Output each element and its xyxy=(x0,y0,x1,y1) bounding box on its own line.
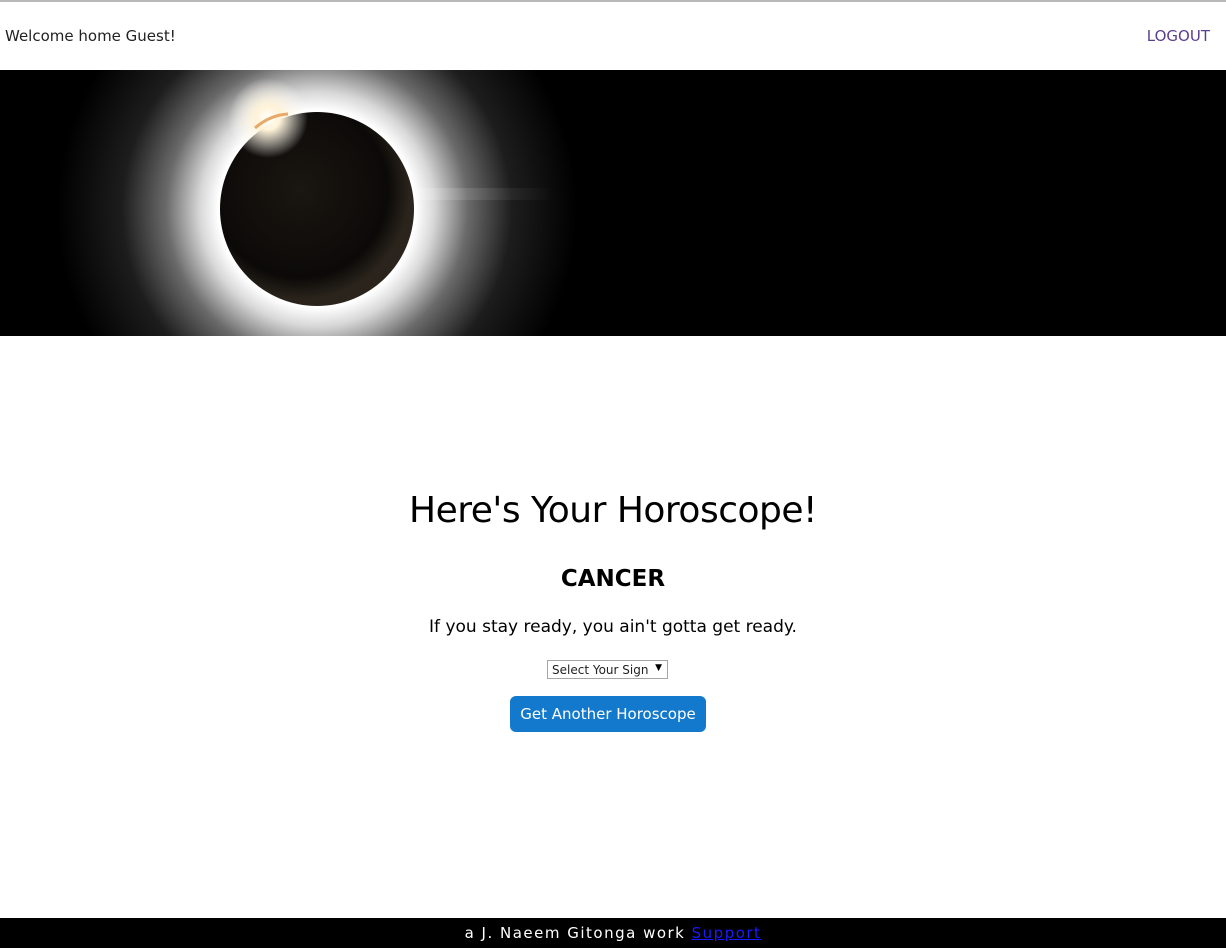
logout-link[interactable]: LOGOUT xyxy=(1147,27,1210,45)
chevron-down-icon: ▼ xyxy=(655,663,662,673)
footer-credit: a J. Naeem Gitonga work xyxy=(464,924,692,942)
welcome-text: Welcome home Guest! xyxy=(5,27,176,45)
get-another-horoscope-button[interactable]: Get Another Horoscope xyxy=(510,696,706,732)
sign-select[interactable]: Select Your Sign ▼ xyxy=(547,660,668,679)
page: Welcome home Guest! LOGOUT Here's Your H… xyxy=(0,0,1226,948)
support-link[interactable]: Support xyxy=(692,924,762,942)
footer: a J. Naeem Gitonga work Support xyxy=(0,918,1226,948)
horoscope-message: If you stay ready, you ain't gotta get r… xyxy=(429,617,797,637)
navbar: Welcome home Guest! LOGOUT xyxy=(0,2,1226,70)
eclipse-banner xyxy=(0,70,1226,336)
sign-name: CANCER xyxy=(560,566,666,592)
sign-select-value: Select Your Sign xyxy=(552,663,649,677)
eclipse-image xyxy=(0,70,1226,336)
page-title: Here's Your Horoscope! xyxy=(409,490,817,531)
